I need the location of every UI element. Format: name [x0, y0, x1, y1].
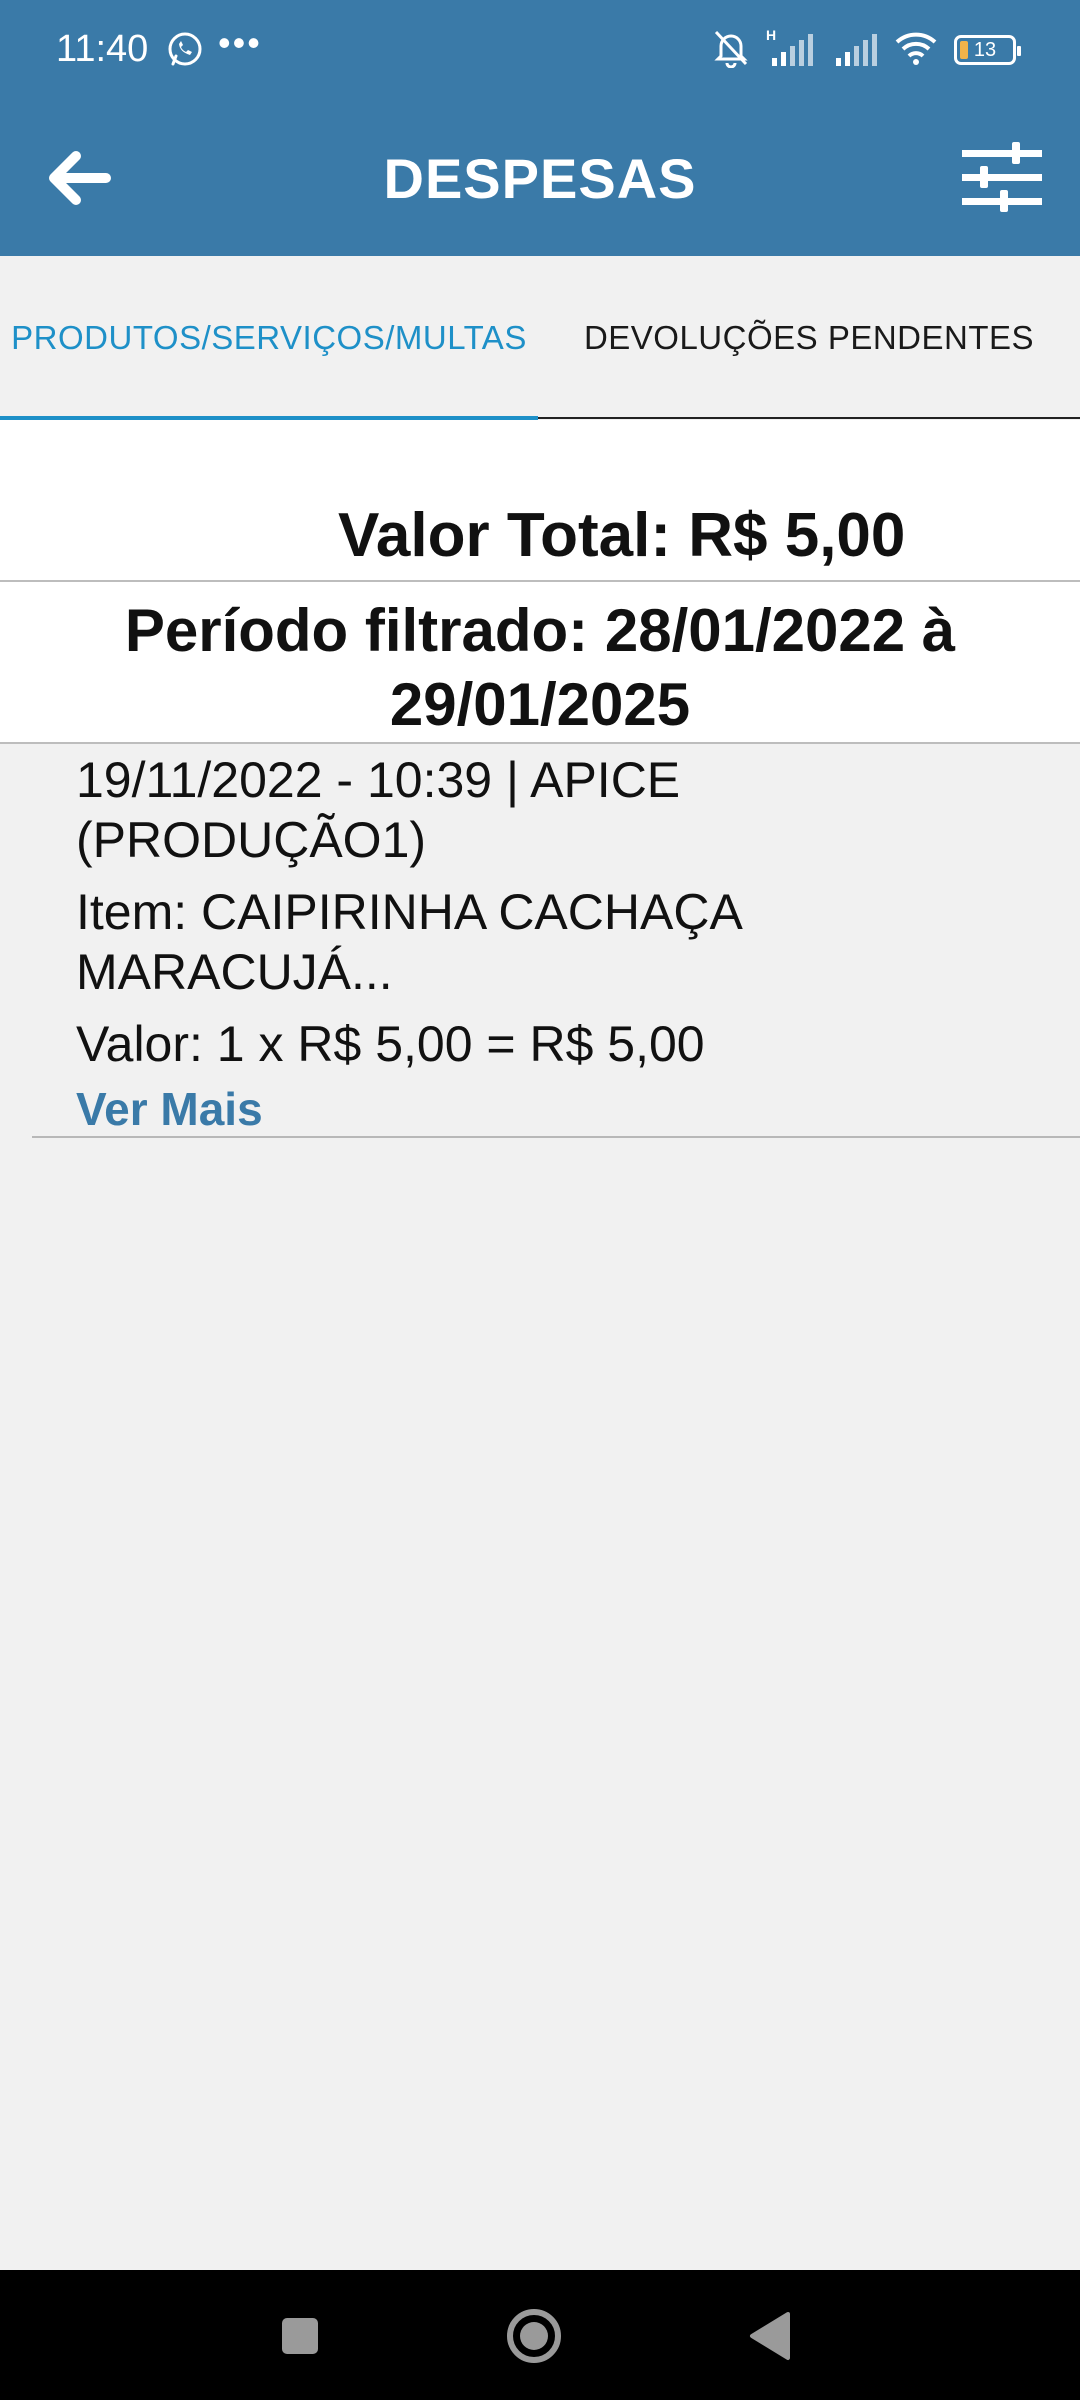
status-icons: H 13	[712, 27, 1021, 73]
item-name: Item: CAIPIRINHA CACHAÇA MARACUJÁ...	[76, 884, 741, 1000]
tab-indicator	[538, 417, 1080, 419]
total-section: Valor Total: R$ 5,00	[0, 420, 1080, 580]
tab-produtos-servicos-multas[interactable]: PRODUTOS/SERVIÇOS/MULTAS	[0, 256, 538, 420]
whatsapp-icon	[166, 30, 204, 73]
navigation-bar	[0, 2270, 1080, 2400]
triangle-back-icon	[750, 2312, 790, 2360]
square-icon	[282, 2318, 318, 2354]
wifi-icon	[894, 28, 938, 73]
filter-button[interactable]	[960, 140, 1044, 216]
status-time: 11:40	[56, 28, 149, 70]
circle-icon	[507, 2309, 561, 2363]
item-value: Valor: 1 x R$ 5,00 = R$ 5,00	[76, 1016, 705, 1072]
battery-icon: 13	[954, 35, 1021, 65]
period-section: Período filtrado: 28/01/2022 à 29/01/202…	[0, 582, 1080, 742]
ver-mais-link[interactable]: Ver Mais	[76, 1082, 263, 1136]
period-filter: Período filtrado: 28/01/2022 à 29/01/202…	[124, 597, 956, 738]
signal-icon	[830, 28, 878, 73]
status-bar: 11:40 ••• H 13	[0, 0, 1080, 100]
recents-button[interactable]	[268, 2304, 332, 2368]
tab-label: DEVOLUÇÕES PENDENTES	[583, 319, 1035, 356]
page-title: DESPESAS	[383, 147, 697, 210]
tab-devolucoes-pendentes[interactable]: DEVOLUÇÕES PENDENTES	[538, 256, 1080, 420]
more-icon: •••	[218, 22, 262, 63]
tab-bar: PRODUTOS/SERVIÇOS/MULTAS DEVOLUÇÕES PEND…	[0, 256, 1080, 420]
battery-level: 13	[973, 38, 997, 61]
divider	[32, 1136, 1080, 1138]
svg-text:H: H	[766, 28, 776, 43]
total-value: Valor Total: R$ 5,00	[338, 501, 906, 570]
list-item[interactable]: 19/11/2022 - 10:39 | APICE (PRODUÇÃO1) I…	[0, 744, 1080, 1140]
back-nav-button[interactable]	[738, 2304, 802, 2368]
signal-icon: H	[766, 27, 814, 73]
item-date-location: 19/11/2022 - 10:39 | APICE (PRODUÇÃO1)	[76, 752, 681, 868]
app-bar: DESPESAS	[0, 100, 1080, 256]
notifications-off-icon	[712, 28, 750, 73]
sliders-icon	[962, 142, 1042, 212]
home-button[interactable]	[502, 2304, 566, 2368]
tab-label: PRODUTOS/SERVIÇOS/MULTAS	[11, 319, 527, 356]
